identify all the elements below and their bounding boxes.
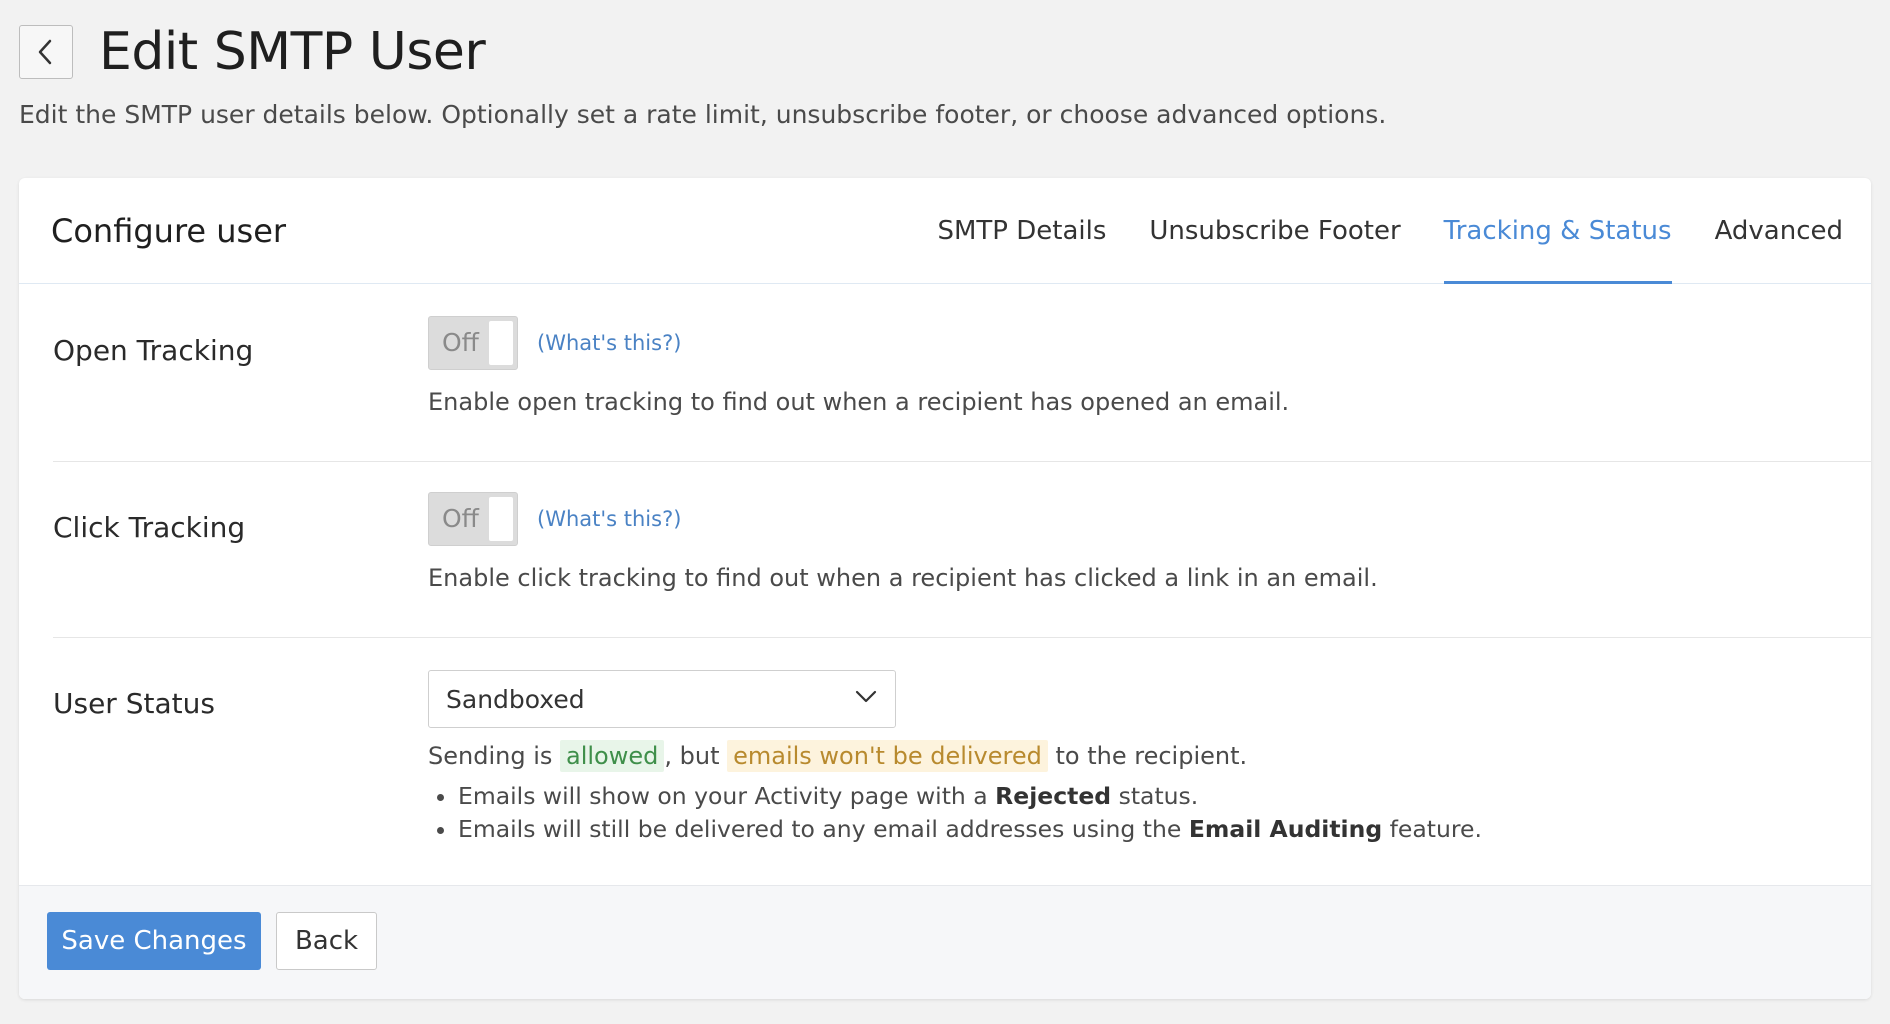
list-item: Emails will show on your Activity page w…: [458, 780, 1482, 813]
status-prefix: Sending is: [428, 742, 560, 770]
save-changes-button[interactable]: Save Changes: [47, 912, 261, 970]
status-suffix: to the recipient.: [1047, 742, 1248, 770]
bullet2-suffix: feature.: [1382, 815, 1482, 843]
card-header: Configure user SMTP Details Unsubscribe …: [19, 178, 1871, 284]
open-tracking-toggle[interactable]: Off: [428, 316, 518, 370]
bullet1-prefix: Emails will show on your Activity page w…: [458, 782, 996, 810]
status-summary: Sending is allowed, but emails won't be …: [428, 740, 1482, 772]
open-tracking-help-link[interactable]: (What's this?): [537, 331, 681, 355]
back-nav-button[interactable]: [19, 25, 73, 79]
open-tracking-description: Enable open tracking to find out when a …: [428, 388, 1290, 416]
click-tracking-row: Click Tracking Off (What's this?) Enable…: [53, 461, 1871, 638]
list-item: Emails will still be delivered to any em…: [458, 813, 1482, 846]
tab-tracking-status[interactable]: Tracking & Status: [1443, 178, 1672, 284]
bullet2-prefix: Emails will still be delivered to any em…: [458, 815, 1189, 843]
user-status-row: User Status Sandboxed Sending is allowed…: [53, 637, 1871, 885]
tab-unsubscribe-footer[interactable]: Unsubscribe Footer: [1149, 178, 1400, 284]
tab-smtp-details[interactable]: SMTP Details: [937, 178, 1106, 284]
bullet2-bold: Email Auditing: [1188, 815, 1383, 843]
bullet1-suffix: status.: [1111, 782, 1199, 810]
bullet1-bold: Rejected: [995, 782, 1112, 810]
status-mid: , but: [664, 742, 728, 770]
user-status-select[interactable]: Sandboxed: [428, 670, 896, 728]
page-title: Edit SMTP User: [99, 22, 486, 82]
click-tracking-label: Click Tracking: [53, 511, 246, 544]
open-tracking-toggle-line: Off (What's this?): [428, 316, 1289, 370]
toggle-knob: [489, 321, 513, 365]
tab-advanced[interactable]: Advanced: [1715, 178, 1843, 284]
user-status-label: User Status: [53, 687, 215, 720]
back-button[interactable]: Back: [276, 912, 377, 970]
page-header: Edit SMTP User: [19, 22, 486, 82]
status-details-list: Emails will show on your Activity page w…: [428, 780, 1482, 846]
click-tracking-toggle[interactable]: Off: [428, 492, 518, 546]
configure-card: Configure user SMTP Details Unsubscribe …: [19, 178, 1871, 999]
click-tracking-toggle-line: Off (What's this?): [428, 492, 1378, 546]
page-description: Edit the SMTP user details below. Option…: [19, 100, 1387, 129]
user-status-field: Sandboxed Sending is allowed, but emails…: [428, 670, 1482, 846]
toggle-knob: [489, 497, 513, 541]
open-tracking-field: Off (What's this?) Enable open tracking …: [428, 316, 1289, 416]
allowed-badge: allowed: [560, 740, 665, 772]
click-tracking-help-link[interactable]: (What's this?): [537, 507, 681, 531]
tab-bar: SMTP Details Unsubscribe Footer Tracking…: [894, 178, 1843, 284]
card-title: Configure user: [51, 212, 287, 250]
card-footer: Save Changes Back: [19, 885, 1871, 999]
open-tracking-label: Open Tracking: [53, 334, 254, 367]
click-tracking-field: Off (What's this?) Enable click tracking…: [428, 492, 1378, 592]
not-delivered-badge: emails won't be delivered: [727, 740, 1048, 772]
chevron-left-icon: [38, 39, 52, 65]
open-tracking-row: Open Tracking Off (What's this?) Enable …: [53, 284, 1871, 462]
click-tracking-description: Enable click tracking to find out when a…: [428, 564, 1378, 592]
chevron-down-icon: [855, 690, 877, 703]
toggle-state-text: Off: [442, 504, 479, 533]
toggle-state-text: Off: [442, 328, 479, 357]
user-status-selected: Sandboxed: [446, 685, 585, 714]
